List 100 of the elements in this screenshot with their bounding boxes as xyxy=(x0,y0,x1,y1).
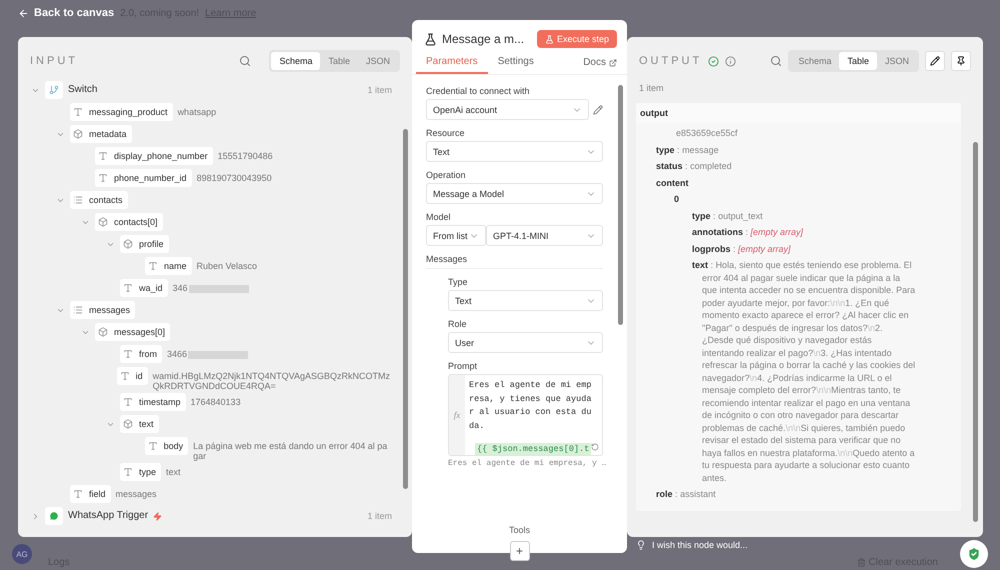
edit-button[interactable] xyxy=(925,51,945,71)
select-field[interactable]: Message a Model xyxy=(426,183,603,204)
field-pill[interactable]: text xyxy=(120,415,159,433)
field-label: Resource xyxy=(426,128,466,138)
field-pill[interactable]: contacts[0] xyxy=(95,213,163,231)
pencil-icon xyxy=(593,104,603,114)
docs-link[interactable]: Docs xyxy=(577,53,623,74)
select-field[interactable]: Text xyxy=(426,141,603,162)
item-count: 1 item xyxy=(367,84,392,95)
cube-icon xyxy=(98,217,108,227)
tab[interactable]: Settings xyxy=(488,52,544,74)
field-pill[interactable]: messages[0] xyxy=(95,323,170,341)
view-tab[interactable]: Schema xyxy=(790,52,840,70)
field-pill[interactable]: wa_id xyxy=(120,279,168,297)
select-field[interactable]: OpenAi account xyxy=(426,99,589,120)
field-pill[interactable]: from xyxy=(120,345,162,363)
field-pill[interactable]: field xyxy=(70,485,111,503)
item-count: 1 item xyxy=(638,82,665,95)
cube-icon xyxy=(123,239,133,249)
cube-icon xyxy=(98,327,108,337)
text-type-icon xyxy=(123,349,133,359)
add-button[interactable]: + xyxy=(510,541,530,561)
field-pill[interactable]: metadata xyxy=(70,125,132,143)
prompt-editor[interactable]: fx Eres el agente de mi empresa, y tienes que ayudar al usuario con esta duda. {{ $json.messages[0].t xyxy=(448,374,603,456)
field-value: 3466 xyxy=(167,345,248,359)
field-label: Credential to connect with xyxy=(426,86,531,96)
field-pill[interactable]: messaging_product xyxy=(70,103,173,121)
output-entry: annotations : [empty array] xyxy=(691,226,804,238)
output-value: e853659ce55cf xyxy=(675,127,739,140)
field-label: Model xyxy=(426,212,452,222)
shield-check-icon[interactable] xyxy=(960,540,988,568)
view-tab[interactable]: Schema xyxy=(271,52,320,70)
scrollbar[interactable] xyxy=(973,142,978,522)
field-label: Type xyxy=(448,277,469,287)
field-value: messages xyxy=(116,488,157,499)
select-field[interactable]: GPT-4.1-MINI xyxy=(486,225,603,246)
view-tab[interactable]: JSON xyxy=(876,52,917,70)
section-label: Messages xyxy=(426,254,603,269)
field-pill[interactable]: name xyxy=(145,257,192,275)
text-type-icon xyxy=(73,107,83,117)
field-pill[interactable]: contacts xyxy=(70,191,128,209)
text-type-icon xyxy=(120,371,130,381)
field-value: wamid.HBgLMzQ2Njk1NTQ4NTQVAgASGBQzRkNCOTMzQkRDRTVGNDdCOUE4RQA= xyxy=(152,370,392,391)
cube-icon xyxy=(73,129,83,139)
field-pill[interactable]: phone_number_id xyxy=(95,169,192,187)
tools-label: Tools xyxy=(508,525,530,535)
external-link-icon xyxy=(609,58,617,66)
output-key: content xyxy=(656,176,957,189)
field-value: 898190730043950 xyxy=(196,172,272,183)
search-icon xyxy=(770,55,782,67)
text-type-icon xyxy=(123,467,133,477)
list-icon xyxy=(73,305,83,315)
field-pill[interactable]: id xyxy=(116,367,148,385)
search-icon xyxy=(239,55,252,67)
field-label: Prompt xyxy=(448,361,478,371)
field-pill[interactable]: type xyxy=(120,463,162,481)
field-label: Role xyxy=(448,319,468,329)
select-field[interactable]: From list xyxy=(426,225,486,246)
user-avatar[interactable]: AG xyxy=(12,544,32,564)
field-value: Ruben Velasco xyxy=(196,260,258,271)
feedback-prompt[interactable]: I wish this node would... xyxy=(652,540,748,550)
field-value: 346 xyxy=(172,279,249,293)
back-arrow-icon xyxy=(18,8,29,18)
output-entry: status : completed xyxy=(656,160,733,172)
scrollbar[interactable] xyxy=(618,85,623,325)
back-link[interactable]: Back to canvas xyxy=(18,7,114,19)
text-type-icon xyxy=(148,261,158,271)
item-count: 1 item xyxy=(367,510,392,521)
panel-title: OUTPUT xyxy=(639,55,702,67)
output-entry: logprobs : [empty array] xyxy=(691,242,792,255)
field-pill[interactable]: messages xyxy=(70,301,136,319)
node-title: Message a m... xyxy=(442,32,524,46)
node-name: Switch xyxy=(68,83,98,95)
flask-icon xyxy=(544,34,554,44)
view-tab[interactable]: Table xyxy=(839,52,877,70)
pencil-icon xyxy=(930,56,940,66)
node-name: WhatsApp Trigger xyxy=(68,509,148,521)
text-type-icon xyxy=(98,173,108,183)
field-pill[interactable]: timestamp xyxy=(120,393,186,411)
field-pill[interactable]: profile xyxy=(120,235,169,253)
text-type-icon xyxy=(98,151,108,161)
select-field[interactable]: Text xyxy=(448,290,603,311)
output-entry: type : output_text xyxy=(691,210,764,222)
lightbulb-icon xyxy=(636,540,646,550)
select-field[interactable]: User xyxy=(448,332,603,353)
lightning-icon xyxy=(153,512,162,521)
field-pill[interactable]: display_phone_number xyxy=(95,147,213,165)
output-key: 0 xyxy=(656,193,957,206)
field-value: La página web me está dando un error 404 al pagar xyxy=(193,440,388,461)
info-icon xyxy=(725,56,736,66)
scrollbar[interactable] xyxy=(403,129,408,489)
pin-button[interactable] xyxy=(951,51,971,71)
field-pill[interactable]: body xyxy=(144,437,188,455)
pin-icon xyxy=(956,56,966,66)
field-value: text xyxy=(166,466,181,477)
cube-icon xyxy=(123,419,133,429)
output-entry: type : message xyxy=(656,144,720,156)
view-tab[interactable]: JSON xyxy=(358,52,398,70)
field-value: 15551790486 xyxy=(218,150,273,161)
field-value: whatsapp xyxy=(178,106,216,117)
